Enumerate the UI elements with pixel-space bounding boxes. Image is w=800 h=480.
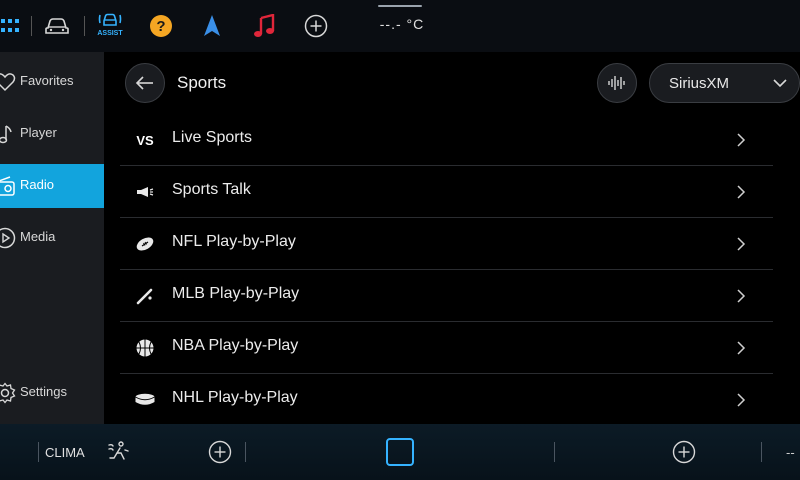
list-item-label: NHL Play-by-Play: [172, 389, 298, 406]
list-item-mlb[interactable]: MLB Play-by-Play: [120, 270, 773, 322]
play-circle-icon: [0, 227, 16, 249]
source-dropdown-value: SiriusXM: [669, 75, 730, 92]
vs-icon-text: VS: [136, 132, 154, 148]
chevron-right-icon: [733, 391, 749, 409]
seat-airflow-icon[interactable]: [106, 440, 130, 464]
list-item-label: NBA Play-by-Play: [172, 337, 299, 354]
divider: [554, 442, 555, 462]
sidebar-item-favorites[interactable]: Favorites: [0, 60, 104, 104]
sidebar-item-media[interactable]: Media: [0, 216, 104, 260]
list-item-sports-talk[interactable]: Sports Talk: [120, 166, 773, 218]
source-dropdown[interactable]: SiriusXM: [649, 63, 800, 103]
chevron-right-icon: [733, 235, 749, 253]
divider: [245, 442, 246, 462]
add-right-shortcut-icon[interactable]: [672, 440, 696, 464]
music-note-icon: [0, 123, 16, 145]
radio-icon: [0, 175, 16, 197]
sidebar-item-label: Player: [20, 125, 57, 140]
sidebar-item-label: Favorites: [20, 73, 74, 88]
category-list: VS Live Sports Sports Talk NFL Play-by-P…: [120, 114, 773, 426]
clima-button[interactable]: CLIMA: [45, 445, 85, 460]
chevron-right-icon: [733, 131, 749, 149]
sidebar-item-label: Media: [20, 229, 56, 244]
list-item-nfl[interactable]: NFL Play-by-Play: [120, 218, 773, 270]
music-note-icon[interactable]: [251, 10, 277, 42]
sidebar-item-settings[interactable]: Settings: [0, 371, 104, 415]
divider: [38, 442, 39, 462]
chevron-right-icon: [733, 287, 749, 305]
voice-search-button[interactable]: [597, 63, 637, 103]
help-icon[interactable]: ?: [148, 10, 174, 42]
chevron-right-icon: [733, 339, 749, 357]
page-title: Sports: [177, 73, 227, 92]
temperature-readout: --.- °C: [379, 16, 425, 32]
app-grid-icon[interactable]: [0, 10, 22, 42]
gear-icon: [0, 382, 16, 404]
list-item-label: Live Sports: [172, 129, 253, 146]
list-item-live-sports[interactable]: VS Live Sports: [120, 114, 773, 166]
arrow-left-icon: [135, 76, 153, 90]
sidebar-item-label: Radio: [20, 177, 54, 192]
top-status-bar: ASSIST ? --.- °C: [0, 0, 800, 52]
megaphone-icon: [134, 181, 156, 203]
home-button[interactable]: [386, 438, 414, 466]
divider: [761, 442, 762, 462]
sidebar-item-label: Settings: [20, 384, 67, 399]
bottom-bar: CLIMA --: [0, 424, 800, 480]
basketball-icon: [134, 337, 156, 359]
divider: [84, 16, 85, 36]
navigation-arrow-icon[interactable]: [199, 10, 225, 42]
chevron-down-icon: [771, 74, 789, 92]
baseball-bat-icon: [134, 285, 156, 307]
assist-label: ASSIST: [97, 30, 123, 37]
svg-text:?: ?: [156, 18, 165, 35]
chevron-right-icon: [733, 183, 749, 201]
list-item-nba[interactable]: NBA Play-by-Play: [120, 322, 773, 374]
heart-icon: [0, 71, 16, 93]
assist-icon[interactable]: [95, 8, 125, 30]
list-item-nhl[interactable]: NHL Play-by-Play: [120, 374, 773, 426]
car-icon[interactable]: [42, 10, 72, 42]
football-icon: [134, 233, 156, 255]
list-item-label: Sports Talk: [172, 181, 251, 198]
list-item-label: NFL Play-by-Play: [172, 233, 296, 250]
divider: [31, 16, 32, 36]
back-button[interactable]: [125, 63, 165, 103]
vs-icon: VS: [134, 129, 156, 151]
add-left-shortcut-icon[interactable]: [208, 440, 232, 464]
add-shortcut-icon[interactable]: [303, 10, 329, 42]
sidebar: Favorites Player Radio Media Settings: [0, 52, 104, 424]
hockey-puck-icon: [134, 389, 156, 411]
right-zone-readout: --: [786, 445, 795, 460]
temperature-indicator-line: [378, 5, 422, 7]
list-item-label: MLB Play-by-Play: [172, 285, 300, 302]
sidebar-item-player[interactable]: Player: [0, 112, 104, 156]
main-content: Sports SiriusXM VS Live Sports Sports Ta…: [104, 52, 800, 424]
waveform-icon: [608, 76, 625, 90]
sidebar-item-radio[interactable]: Radio: [0, 164, 104, 208]
